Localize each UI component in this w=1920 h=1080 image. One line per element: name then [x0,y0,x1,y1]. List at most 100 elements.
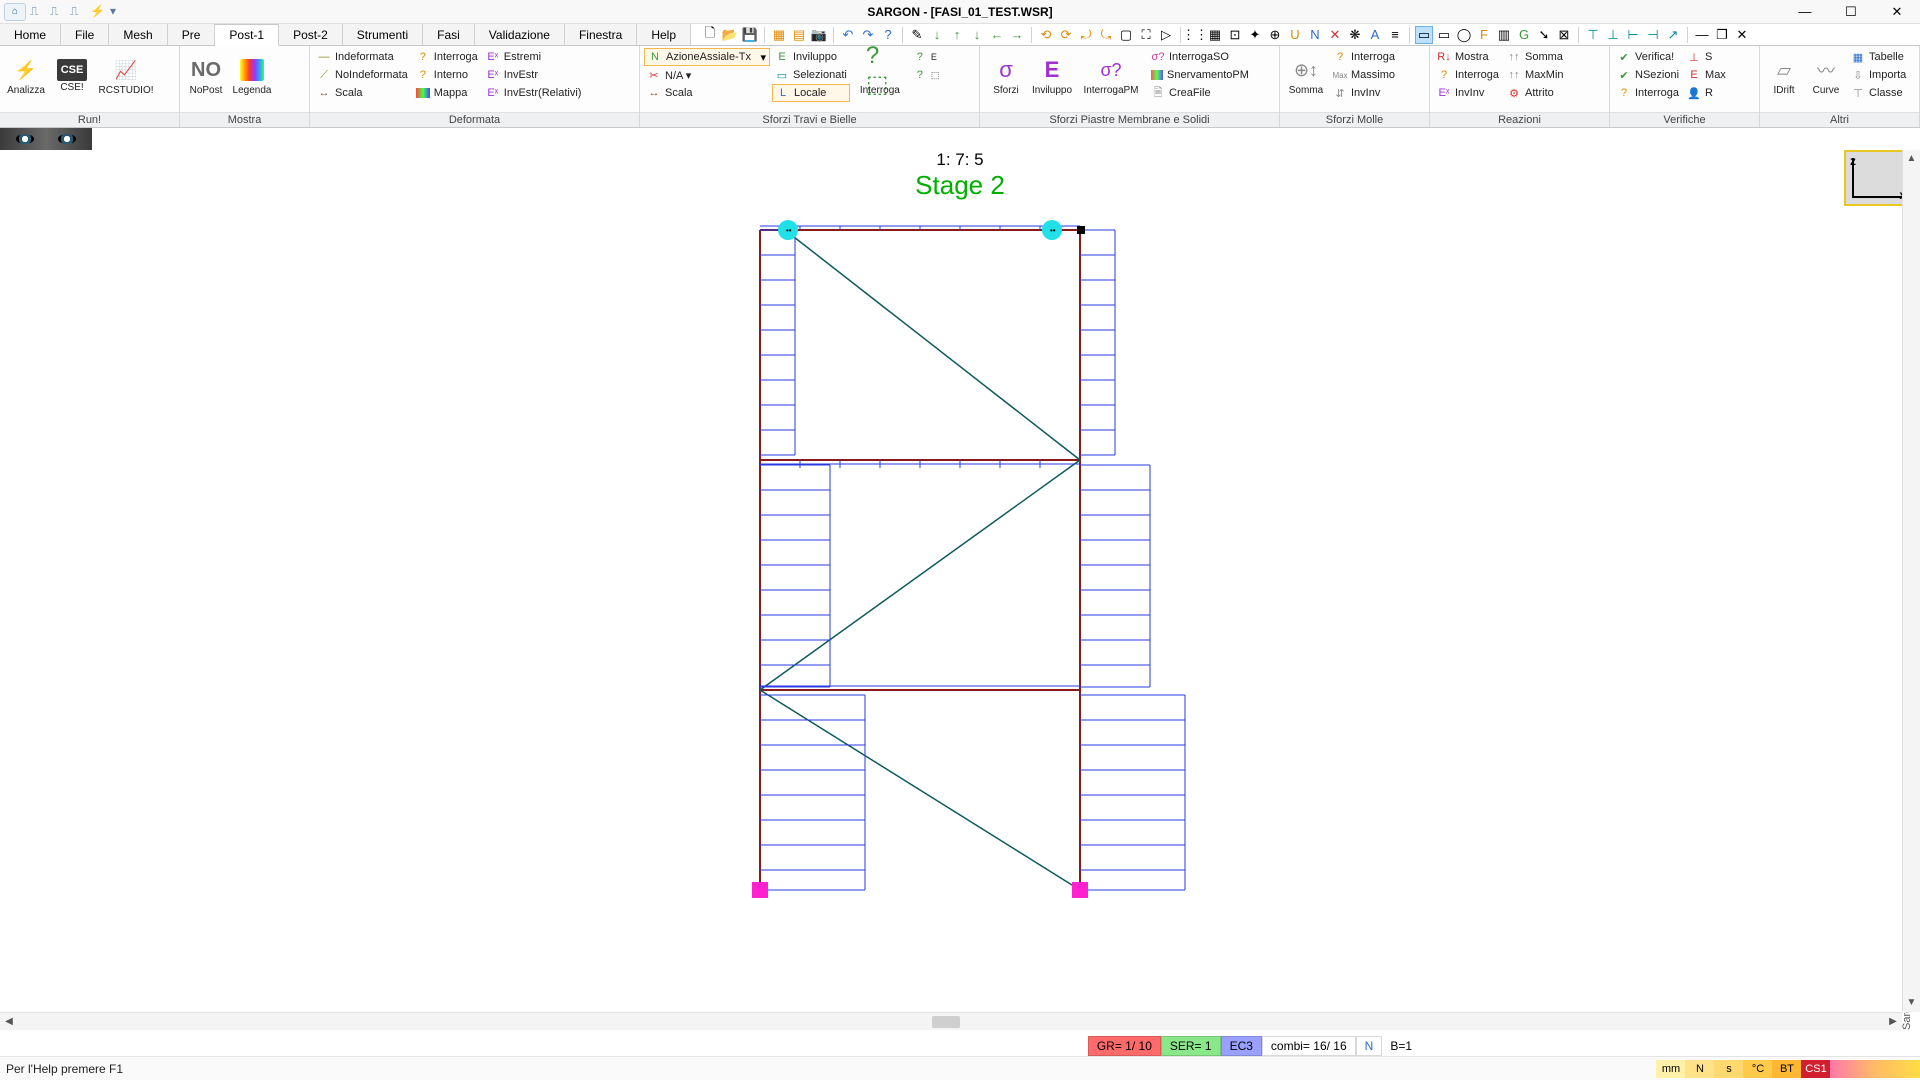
qa-icon-2[interactable]: ⎍ [50,4,66,20]
open-icon[interactable]: 📂 [721,26,739,44]
cse-button[interactable]: CSECSE! [50,48,94,104]
status-ser[interactable]: SER= 1 [1161,1036,1221,1056]
tab-finestra[interactable]: Finestra [565,24,637,45]
curve-button[interactable]: 〰Curve [1806,48,1846,104]
analizza-button[interactable]: ⚡Analizza [4,48,48,104]
x-icon[interactable]: ✕ [1326,26,1344,44]
qa-icon-3[interactable]: ⎍ [70,4,86,20]
vertical-scrollbar[interactable]: ▲▼ [1902,150,1920,1012]
a-icon[interactable]: A [1366,26,1384,44]
fit-icon[interactable]: ⛶ [1137,26,1155,44]
estremi-button[interactable]: EˣEstremi [483,48,585,66]
tab-pre[interactable]: Pre [168,24,216,45]
arrow-icon[interactable]: ➘ [1535,26,1553,44]
pencil-icon[interactable]: ✎ [908,26,926,44]
horizontal-scrollbar[interactable]: ◀▶ [0,1012,1902,1030]
unit-cs1[interactable]: CS1 [1801,1060,1831,1078]
investrrel-button[interactable]: EˣInvEstr(Relativi) [483,84,585,102]
arrow-down-icon[interactable]: ↓ [928,26,946,44]
tab-strumenti[interactable]: Strumenti [343,24,423,45]
somma-reaz-button[interactable]: ↑↑Somma [1504,48,1567,66]
creafile-button[interactable]: 🗎CreaFile [1148,84,1252,102]
close-button[interactable]: ✕ [1874,0,1920,24]
camera-icon[interactable]: 📷 [810,26,828,44]
na-dropdown[interactable]: ✂N/A ▾ [644,66,770,84]
unit-s[interactable]: s [1714,1060,1744,1078]
invinv-button[interactable]: ⇵InvInv [1330,84,1398,102]
inviluppo2-button[interactable]: EInviluppo [1030,48,1074,104]
save-icon[interactable]: 💾 [741,26,759,44]
s-button[interactable]: ⊥S [1684,48,1729,66]
azioneassiale-dropdown[interactable]: NAzioneAssiale-Tx▾ [644,48,770,66]
status-ec[interactable]: EC3 [1221,1036,1262,1056]
unit-c[interactable]: °C [1743,1060,1773,1078]
view2-icon[interactable]: ▭ [1435,26,1453,44]
tl1-icon[interactable]: ⊤ [1584,26,1602,44]
bars-icon[interactable]: ≡ [1386,26,1404,44]
interno-button[interactable]: ?Interno [413,66,481,84]
r-button[interactable]: 👤R [1684,84,1729,102]
unit-gradient[interactable] [1830,1060,1920,1078]
max-button[interactable]: EMax [1684,66,1729,84]
g-icon[interactable]: G [1515,26,1533,44]
status-combi[interactable]: combi= 16/ 16 [1262,1036,1356,1056]
tab-file[interactable]: File [61,24,109,45]
rotate3-icon[interactable]: ⤾ [1077,26,1095,44]
interroga-big-button[interactable]: ?⬚Interroga [852,48,908,104]
arrow-down2-icon[interactable]: ↓ [968,26,986,44]
new-icon[interactable]: 🗋 [701,26,719,44]
unit-bt[interactable]: BT [1772,1060,1802,1078]
selezionati-button[interactable]: ▭Selezionati [772,66,850,84]
arrow-up-icon[interactable]: ↑ [948,26,966,44]
interrogaso-button[interactable]: σ?InterrogaSO [1148,48,1252,66]
invinv-reaz-button[interactable]: EˣInvInv [1434,84,1502,102]
status-gr[interactable]: GR= 1/ 10 [1088,1036,1161,1056]
canvas[interactable]: 1: 7: 5 Stage 2 zx Sargon© - by Castalia… [0,150,1920,1030]
indeformata-button[interactable]: —Indeformata [314,48,411,66]
tl2-icon[interactable]: ⊥ [1604,26,1622,44]
idrift-button[interactable]: ▱IDrift [1764,48,1804,104]
importa-button[interactable]: ⇩Importa [1848,66,1909,84]
sforzi-button[interactable]: σSforzi [984,48,1028,104]
rcstudio-button[interactable]: 📈RCSTUDIO! [96,48,156,104]
interroga-molle-button[interactable]: ?Interroga [1330,48,1398,66]
n-icon[interactable]: N [1306,26,1324,44]
close2-icon[interactable]: ✕ [1733,26,1751,44]
interroga-l-button[interactable]: ?⬚ [910,66,943,84]
interroga-button[interactable]: ?Interroga [413,48,481,66]
tl4-icon[interactable]: ⊣ [1644,26,1662,44]
tl3-icon[interactable]: ⊢ [1624,26,1642,44]
minus-icon[interactable]: — [1693,26,1711,44]
node-icon[interactable]: ⊡ [1226,26,1244,44]
u-icon[interactable]: U [1286,26,1304,44]
massimo-button[interactable]: MaxMassimo [1330,66,1398,84]
burst-icon[interactable]: ❋ [1346,26,1364,44]
xsec-icon[interactable]: ⊠ [1555,26,1573,44]
mappa-button[interactable]: Mappa [413,84,481,102]
circle-icon[interactable]: ◯ [1455,26,1473,44]
unit-n[interactable]: N [1685,1060,1715,1078]
restore-icon[interactable]: ❐ [1713,26,1731,44]
somma-button[interactable]: ⊕↕Somma [1284,48,1328,104]
qa-bolt-icon[interactable]: ⚡ [90,4,106,20]
maximize-button[interactable]: ☐ [1828,0,1874,24]
mostra-reaz-button[interactable]: R↓Mostra [1434,48,1502,66]
locale-button[interactable]: LLocale [772,84,850,102]
table-icon[interactable]: ▤ [790,26,808,44]
qa-icon-1[interactable]: ⎍ [30,4,46,20]
tab-help[interactable]: Help [637,24,691,45]
tl5-icon[interactable]: ↗ [1664,26,1682,44]
grid-icon[interactable]: ▦ [770,26,788,44]
net-icon[interactable]: ▦ [1206,26,1224,44]
qa-dropdown-icon[interactable]: ▾ [110,4,126,20]
tab-post1[interactable]: Post-1 [215,24,279,46]
maxmin-button[interactable]: ↑↑MaxMin [1504,66,1567,84]
tab-home[interactable]: Home [0,24,61,45]
rotate2-icon[interactable]: ⟳ [1057,26,1075,44]
scala-button[interactable]: ↔Scala [314,84,411,102]
inviluppo-button[interactable]: EInviluppo [772,48,850,66]
rotate1-icon[interactable]: ⟲ [1037,26,1055,44]
spark-icon[interactable]: ✦ [1246,26,1264,44]
interroga-e-button[interactable]: ?E [910,48,943,66]
interroga-reaz-button[interactable]: ?Interroga [1434,66,1502,84]
